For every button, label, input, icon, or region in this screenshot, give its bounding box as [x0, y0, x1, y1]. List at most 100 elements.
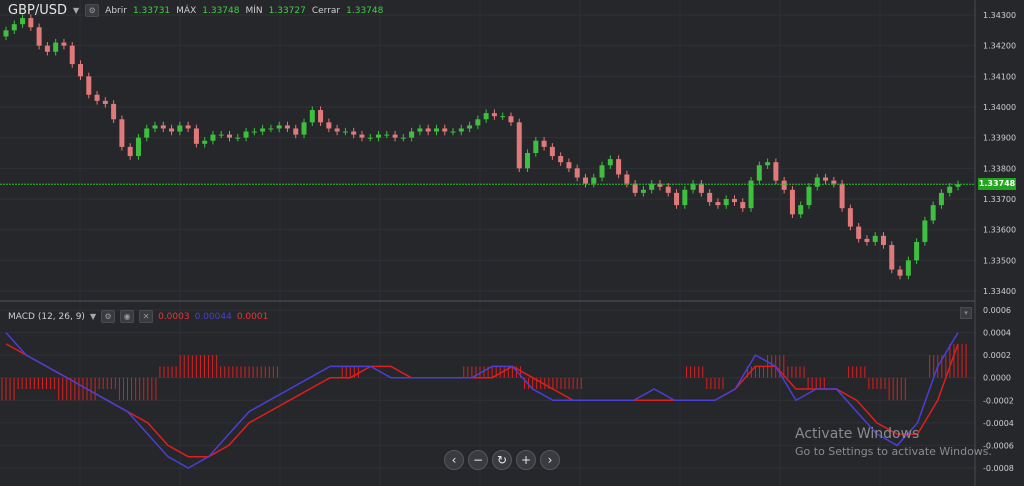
candle-body: [384, 134, 390, 136]
chart-canvas: 1.34300 1.34200 1.34100 1.34000 1.33900 1.338…: [0, 0, 1016, 486]
candle-body: [914, 241, 920, 261]
candle-body: [177, 125, 183, 132]
candle-body: [392, 134, 398, 138]
candle-body: [508, 116, 514, 123]
candle-body: [715, 202, 721, 206]
candle-body: [864, 238, 870, 242]
macd-name[interactable]: MACD (12, 26, 9): [8, 312, 85, 322]
price-tick-label: 1.34200: [983, 42, 1016, 51]
candle-body: [400, 137, 406, 139]
candle-body: [483, 113, 489, 120]
candle-body: [467, 125, 473, 129]
open-label: Abrir: [105, 5, 127, 16]
candle-body: [301, 122, 307, 135]
candle-body: [591, 177, 597, 184]
scroll-right-button[interactable]: ›: [540, 450, 560, 470]
candle-body: [806, 186, 812, 206]
candle-body: [309, 110, 315, 123]
candle-body: [359, 134, 365, 138]
candle-body: [773, 162, 779, 181]
candle-body: [839, 183, 845, 209]
macd-tick-label: 0.0004: [983, 329, 1011, 338]
candle-body: [251, 131, 257, 133]
price-tick-label: 1.33500: [983, 256, 1016, 265]
candle-body: [119, 119, 125, 147]
candle-body: [905, 260, 911, 276]
chart-navigation: ‹ − ↻ + ›: [444, 450, 560, 470]
settings-icon[interactable]: ⚙: [85, 4, 100, 17]
candle-body: [243, 131, 249, 138]
low-label: MÍN: [245, 5, 263, 16]
candle-body: [28, 18, 34, 28]
candle-body: [20, 18, 26, 25]
macd-tick-label: -0.0008: [983, 464, 1014, 473]
pane-close-icon[interactable]: ▾: [960, 307, 972, 319]
macd-tick-label: 0.0000: [983, 374, 1011, 383]
candle-body: [135, 137, 141, 157]
high-label: MÁX: [176, 5, 197, 16]
candle-body: [947, 186, 953, 193]
candle-body: [541, 140, 547, 147]
candle-body: [789, 189, 795, 215]
candle-body: [342, 131, 348, 133]
watermark-title: Activate Windows: [795, 426, 920, 442]
price-tick-label: 1.34000: [983, 103, 1016, 112]
reset-button[interactable]: ↻: [492, 450, 512, 470]
candle-body: [218, 134, 224, 136]
price-tick-label: 1.34300: [983, 11, 1016, 20]
candle-body: [674, 192, 680, 206]
settings-icon[interactable]: ⚙: [101, 310, 116, 323]
macd-tick-label: 0.0002: [983, 351, 1011, 360]
open-value: 1.33731: [132, 5, 171, 16]
close-icon[interactable]: ✕: [139, 310, 154, 323]
price-tick-label: 1.33900: [983, 134, 1016, 143]
candle-body: [781, 180, 787, 190]
visibility-icon[interactable]: ◉: [120, 310, 135, 323]
candle-body: [574, 168, 580, 178]
candle-body: [765, 162, 771, 166]
candle-body: [235, 137, 241, 139]
candle-body: [36, 27, 42, 46]
macd-tick-label: -0.0004: [983, 419, 1014, 428]
candle-body: [558, 156, 564, 163]
candle-body: [185, 125, 191, 129]
chevron-down-icon[interactable]: ▼: [90, 312, 96, 321]
candle-body: [276, 125, 282, 129]
candle-body: [102, 100, 108, 104]
candle-body: [293, 128, 299, 135]
high-value: 1.33748: [202, 5, 240, 16]
candle-body: [930, 205, 936, 221]
candle-body: [78, 64, 84, 77]
price-tick-label: 1.33600: [983, 226, 1016, 235]
candle-body: [169, 128, 175, 132]
low-value: 1.33727: [268, 5, 306, 16]
scroll-left-button[interactable]: ‹: [444, 450, 464, 470]
candle-body: [740, 202, 746, 209]
zoom-out-button[interactable]: −: [468, 450, 488, 470]
candle-body: [94, 94, 100, 101]
symbol-selector[interactable]: GBP/USD: [8, 3, 67, 18]
candle-body: [433, 128, 439, 132]
candle-body: [210, 134, 216, 141]
zoom-in-button[interactable]: +: [516, 450, 536, 470]
candle-body: [417, 128, 423, 132]
close-label: Cerrar: [311, 5, 341, 16]
candle-body: [889, 245, 895, 270]
candle-body: [227, 134, 233, 138]
signal-value: 0.00044: [194, 311, 232, 322]
candle-body: [566, 162, 572, 169]
candle-body: [897, 269, 903, 276]
candle-body: [152, 125, 158, 129]
price-tick-label: 1.33700: [983, 195, 1016, 204]
candle-body: [367, 137, 373, 139]
candle-body: [144, 128, 150, 138]
macd-tick-label: 0.0006: [983, 306, 1011, 315]
candle-body: [202, 140, 208, 144]
candle-body: [665, 186, 671, 193]
candle-body: [318, 110, 324, 123]
chevron-down-icon[interactable]: ▼: [73, 6, 79, 15]
candle-body: [616, 159, 622, 175]
candle-body: [53, 42, 59, 52]
candle-body: [160, 125, 166, 129]
candle-body: [682, 189, 688, 206]
